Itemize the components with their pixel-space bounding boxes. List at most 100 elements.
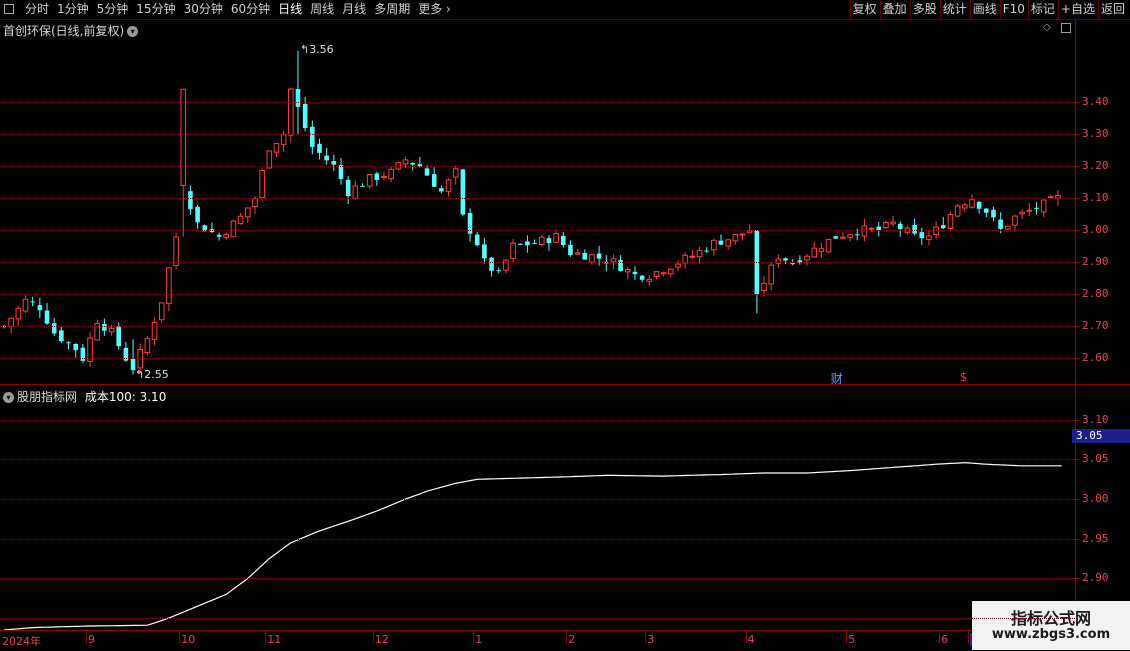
chevron-down-icon[interactable]: ▾ <box>127 26 139 37</box>
candle-down <box>704 250 709 252</box>
candle-up <box>732 233 739 242</box>
indicator-tick-mark <box>1076 578 1080 579</box>
indicator-tick-label: 2.90 <box>1082 571 1109 584</box>
toolbar-button-7[interactable]: +自选 <box>1061 2 1095 17</box>
candle-up <box>180 88 187 186</box>
price-tick-mark <box>1076 198 1080 199</box>
candle-up <box>689 255 696 258</box>
indicator-tick-label: 2.95 <box>1082 532 1109 545</box>
candle-down <box>188 191 193 210</box>
panel-toggle-icon[interactable] <box>1061 23 1071 33</box>
candle-up <box>768 264 774 285</box>
system-menu-button[interactable] <box>0 0 19 19</box>
price-tick-label: 3.40 <box>1082 95 1109 108</box>
toolbar-button-8[interactable]: 返回 <box>1101 2 1125 17</box>
window-icon <box>4 4 14 14</box>
period-tab-8[interactable]: 月线 <box>342 2 366 17</box>
price-gridline <box>0 262 1075 263</box>
indicator-gridline <box>0 578 1075 579</box>
cost-100-line <box>3 462 1062 630</box>
time-axis-separator <box>473 631 475 643</box>
period-tab-6[interactable]: 日线 <box>278 2 302 17</box>
candle-down <box>897 223 903 230</box>
candle-up <box>883 222 889 229</box>
candle-down <box>345 179 351 197</box>
candle-down <box>1034 207 1039 209</box>
candle-down <box>195 206 200 223</box>
top-toolbar: 分时 1分钟 5分钟 15分钟 30分钟 60分钟 日线 周线 月线 多周期 更多 › 返回 +自选标… <box>0 0 1130 20</box>
event-marker-1[interactable]: $ <box>960 370 968 384</box>
toolbar-button-1[interactable]: 叠加 <box>883 2 907 17</box>
candle-up <box>388 168 394 180</box>
period-tab-9[interactable]: 多周期 <box>374 2 410 17</box>
price-tick-label: 3.00 <box>1082 223 1109 236</box>
period-tab-5[interactable]: 60分钟 <box>231 2 270 17</box>
cost-line-chart[interactable] <box>0 400 1075 630</box>
candle-up <box>259 169 265 199</box>
time-axis-label-1: 9 <box>88 633 96 646</box>
price-tick-mark <box>1076 134 1080 135</box>
toolbar-button-6[interactable]: 标记 <box>1031 2 1055 17</box>
candle-up <box>926 235 932 240</box>
candle-up <box>553 233 559 243</box>
period-tab-2[interactable]: 5分钟 <box>97 2 129 17</box>
candle-down <box>546 238 552 244</box>
period-tab-3[interactable]: 15分钟 <box>136 2 175 17</box>
period-tab-10[interactable]: 更多 › <box>418 2 451 17</box>
period-tab-7[interactable]: 周线 <box>310 2 334 17</box>
toolbar-button-5[interactable]: F10 <box>1003 2 1025 17</box>
candle-up <box>840 236 846 239</box>
time-axis-label-6: 2 <box>568 633 576 646</box>
candle-down <box>374 173 380 180</box>
indicator-tick-mark <box>1076 420 1080 421</box>
candle-up <box>1026 209 1033 212</box>
diamond-icon[interactable]: ◇ <box>1043 23 1053 33</box>
candle-up <box>961 204 968 209</box>
candle-up <box>574 252 581 255</box>
toolbar-button-0[interactable]: 复权 <box>853 2 877 17</box>
panel-divider <box>0 384 1130 385</box>
time-axis-label-7: 3 <box>647 633 655 646</box>
time-axis-label-0: 2024年 <box>2 635 41 648</box>
candle-up <box>1012 215 1018 226</box>
candle-down <box>302 103 308 129</box>
time-axis-label-8: 4 <box>747 633 755 646</box>
toolbar-button-4[interactable]: 画线 <box>973 2 997 17</box>
candle-down <box>596 253 602 259</box>
candle-up <box>660 272 667 275</box>
candle-down <box>482 244 487 259</box>
toolbar-button-3[interactable]: 统计 <box>943 2 967 17</box>
price-axis-line <box>1075 20 1076 384</box>
period-tab-0[interactable]: 分时 <box>25 2 49 17</box>
time-axis-separator <box>939 631 941 643</box>
candle-up <box>1019 211 1025 215</box>
candle-up <box>538 236 545 246</box>
indicator-tick-mark <box>1076 499 1080 500</box>
candle-down <box>324 155 329 161</box>
price-gridline <box>0 358 1075 359</box>
candle-down <box>489 257 494 271</box>
period-tab-1[interactable]: 1分钟 <box>57 2 89 17</box>
toolbar-button-2[interactable]: 多股 <box>913 2 937 17</box>
candle-down <box>331 161 337 165</box>
time-axis <box>0 630 1075 651</box>
watermark-url: www.zbgs3.com <box>991 627 1111 642</box>
price-gridline <box>0 198 1075 199</box>
candle-down <box>568 244 573 256</box>
indicator-gridline <box>0 499 1075 500</box>
candlestick-chart[interactable] <box>0 38 1075 384</box>
candle-up <box>381 176 387 179</box>
price-panel-title[interactable]: 首创环保(日线,前复权) ▾ <box>3 22 139 39</box>
price-tick-label: 3.20 <box>1082 159 1109 172</box>
toolbar-separator <box>939 0 941 19</box>
toolbar-separator <box>1027 0 1029 19</box>
price-tick-mark <box>1076 230 1080 231</box>
time-axis-label-9: 5 <box>848 633 856 646</box>
period-tab-4[interactable]: 30分钟 <box>184 2 223 17</box>
toolbar-separator <box>999 0 1001 19</box>
candle-up <box>847 234 853 238</box>
candle-down <box>474 234 480 246</box>
time-axis-separator <box>179 631 181 643</box>
toolbar-separator <box>849 0 851 19</box>
candle-down <box>854 234 860 236</box>
